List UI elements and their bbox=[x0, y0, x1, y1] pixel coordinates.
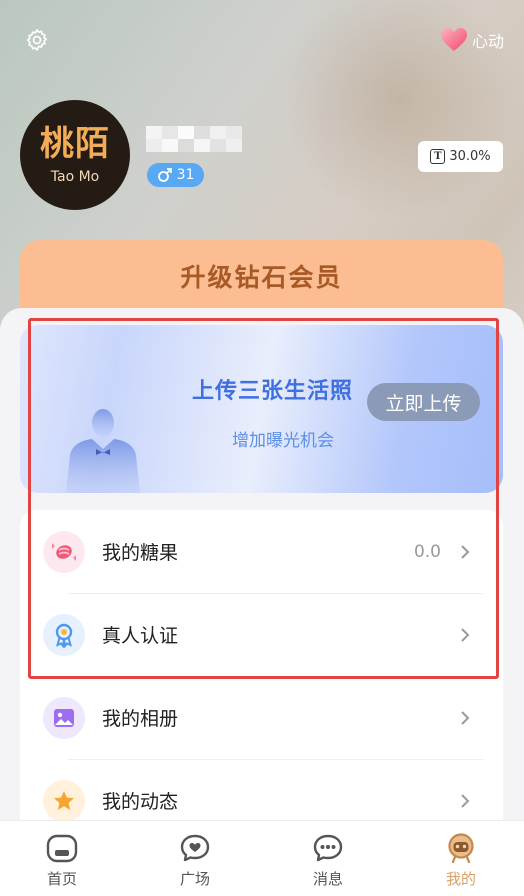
avatar[interactable]: 桃陌 Tao Mo bbox=[20, 100, 130, 210]
tab-label: 消息 bbox=[312, 870, 343, 888]
favorite-button[interactable]: 心动 bbox=[440, 26, 504, 54]
upload-now-button[interactable]: 立即上传 bbox=[367, 383, 480, 421]
tab-messages[interactable]: 消息 bbox=[288, 833, 368, 889]
tab-square[interactable]: 广场 bbox=[155, 833, 235, 889]
message-icon bbox=[313, 834, 343, 862]
square-chat-icon bbox=[180, 834, 210, 862]
score-value: 30.0% bbox=[449, 149, 491, 164]
candy-icon bbox=[43, 530, 85, 573]
vip-banner-label: 升级钻石会员 bbox=[180, 263, 343, 292]
gender-age-badge: 31 bbox=[147, 163, 204, 187]
male-icon bbox=[157, 168, 172, 182]
chevron-right-icon bbox=[461, 710, 470, 725]
menu-item-label: 我的糖果 bbox=[102, 542, 179, 564]
menu-item-album[interactable]: 我的相册 bbox=[20, 676, 503, 759]
star-icon bbox=[43, 779, 85, 822]
tab-label: 我的 bbox=[445, 870, 476, 888]
profile-icon bbox=[448, 833, 474, 863]
t-icon: T bbox=[430, 149, 446, 164]
heart-icon bbox=[440, 28, 467, 51]
person-silhouette-icon bbox=[66, 409, 140, 493]
menu-item-label: 我的相册 bbox=[102, 708, 179, 730]
album-icon bbox=[43, 696, 85, 739]
tab-label: 首页 bbox=[46, 870, 77, 888]
menu-list: 我的糖果 0.0 真人认证 我的相册 我的动态 bbox=[20, 510, 503, 840]
menu-item-candy[interactable]: 我的糖果 0.0 bbox=[20, 510, 503, 593]
tab-label: 广场 bbox=[179, 870, 210, 888]
candy-balance: 0.0 bbox=[413, 541, 441, 562]
menu-item-label: 我的动态 bbox=[102, 791, 179, 813]
menu-item-verification[interactable]: 真人认证 bbox=[20, 593, 503, 676]
bottom-tab-bar: 首页 广场 消息 我的 bbox=[0, 820, 524, 896]
upload-photos-card[interactable]: 上传三张生活照 增加曝光机会 立即上传 bbox=[20, 325, 503, 493]
age-value: 31 bbox=[176, 167, 195, 183]
favorite-label: 心动 bbox=[471, 32, 504, 51]
avatar-logo-subtext: Tao Mo bbox=[50, 169, 100, 185]
chevron-right-icon bbox=[461, 793, 470, 808]
home-icon bbox=[46, 834, 78, 863]
avatar-logo-text: 桃陌 bbox=[40, 124, 110, 164]
tab-me[interactable]: 我的 bbox=[421, 833, 501, 889]
menu-item-label: 真人认证 bbox=[102, 625, 179, 647]
username-redacted bbox=[146, 126, 242, 152]
settings-button[interactable] bbox=[24, 27, 50, 53]
verify-badge-icon bbox=[43, 613, 85, 656]
chevron-right-icon bbox=[461, 627, 470, 642]
chevron-right-icon bbox=[461, 544, 470, 559]
gear-icon bbox=[26, 29, 48, 51]
profile-score-chip[interactable]: T 30.0% bbox=[418, 141, 503, 172]
upload-card-subtitle: 增加曝光机会 bbox=[232, 431, 334, 451]
tab-home[interactable]: 首页 bbox=[22, 833, 102, 889]
upload-card-title: 上传三张生活照 bbox=[192, 379, 354, 404]
